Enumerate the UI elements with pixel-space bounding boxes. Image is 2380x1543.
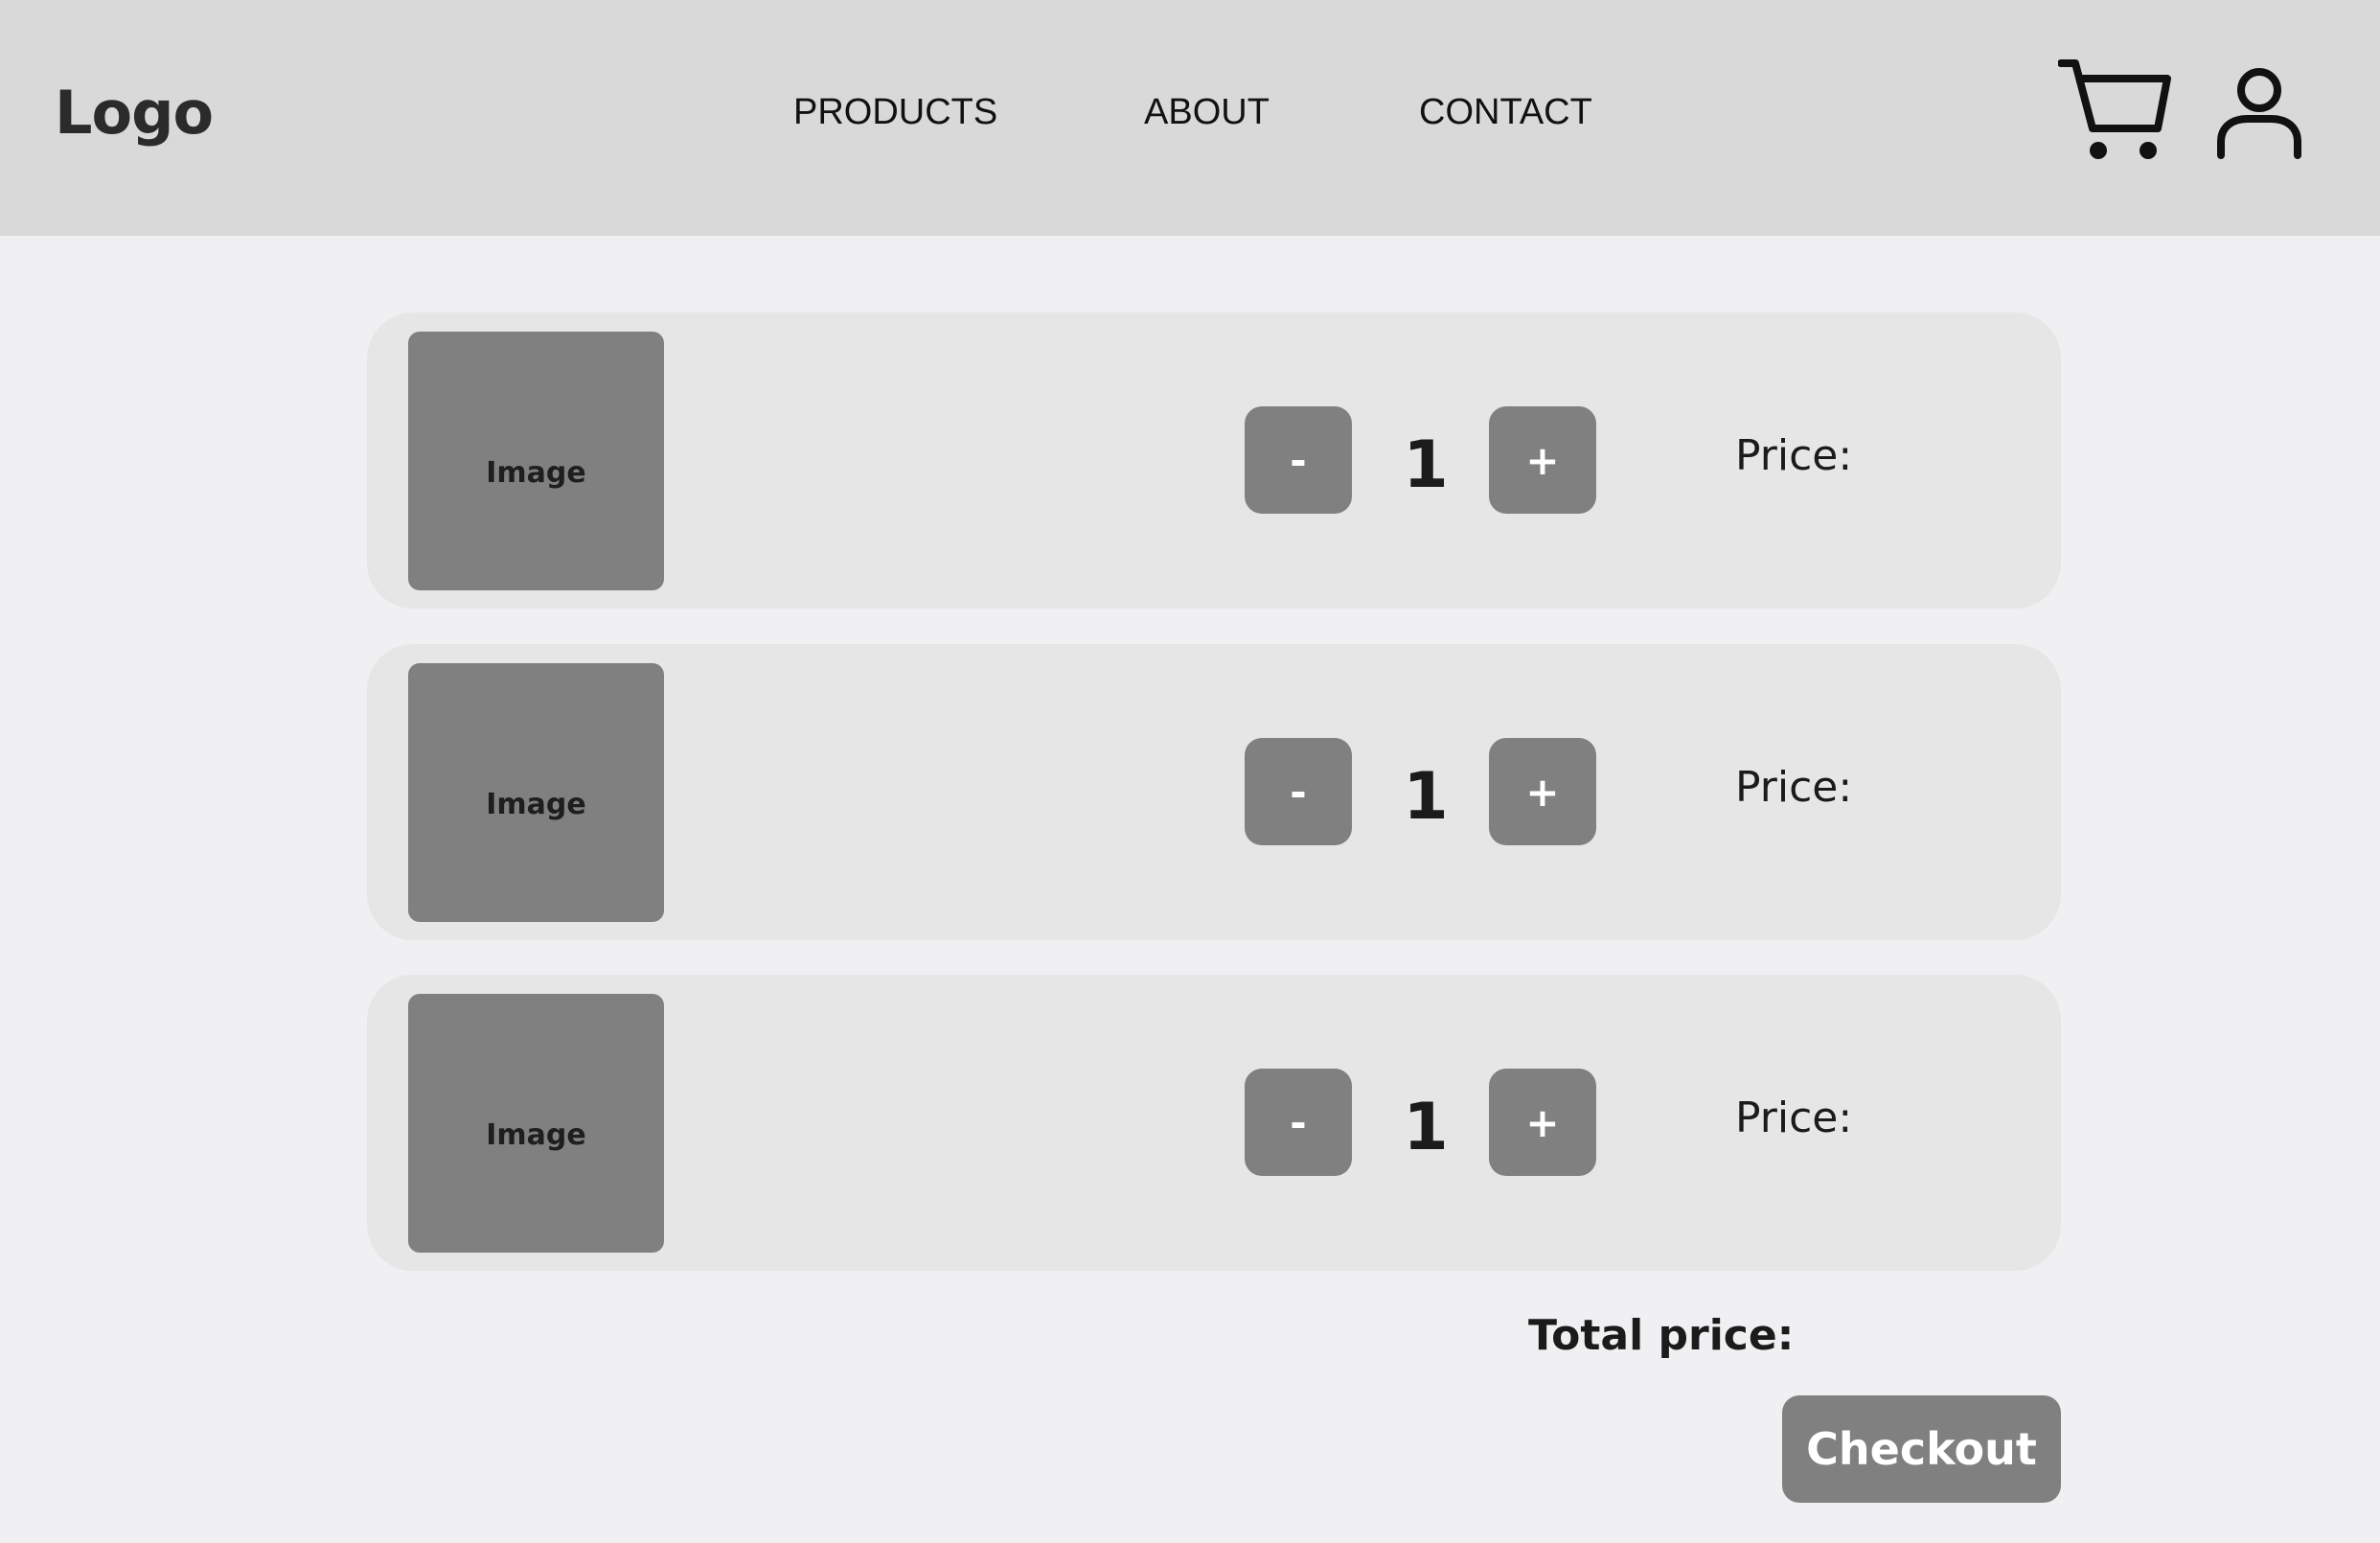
image-label: Image (486, 455, 586, 490)
user-icon[interactable] (2215, 65, 2303, 159)
image-label: Image (486, 1117, 586, 1152)
checkout-button[interactable]: Checkout (1782, 1395, 2061, 1503)
cart-item-card: Image - 1 + Price: (367, 975, 2061, 1271)
product-image-placeholder: Image (408, 663, 664, 922)
quantity-value: 1 (1403, 427, 1449, 503)
increase-quantity-button[interactable]: + (1489, 738, 1596, 845)
product-image-placeholder: Image (408, 332, 664, 590)
price-label: Price: (1735, 431, 1853, 480)
increase-quantity-button[interactable]: + (1489, 1069, 1596, 1176)
image-label: Image (486, 787, 586, 821)
nav-link-products[interactable]: PRODUCTS (793, 88, 997, 136)
nav-link-contact[interactable]: CONTACT (1419, 88, 1592, 136)
nav-link-about[interactable]: ABOUT (1144, 88, 1270, 136)
header-bar: Logo PRODUCTS ABOUT CONTACT (0, 0, 2380, 236)
quantity-value: 1 (1403, 1090, 1449, 1165)
product-image-placeholder: Image (408, 994, 664, 1253)
decrease-quantity-button[interactable]: - (1245, 738, 1352, 845)
logo[interactable]: Logo (55, 75, 214, 151)
decrease-quantity-button[interactable]: - (1245, 1069, 1352, 1176)
cart-item-card: Image - 1 + Price: (367, 644, 2061, 940)
total-price-label: Total price: (1528, 1311, 1795, 1360)
increase-quantity-button[interactable]: + (1489, 406, 1596, 514)
price-label: Price: (1735, 763, 1853, 812)
quantity-value: 1 (1403, 759, 1449, 835)
cart-item-card: Image - 1 + Price: (367, 312, 2061, 609)
price-label: Price: (1735, 1094, 1853, 1142)
decrease-quantity-button[interactable]: - (1245, 406, 1352, 514)
cart-icon[interactable] (2057, 56, 2171, 163)
